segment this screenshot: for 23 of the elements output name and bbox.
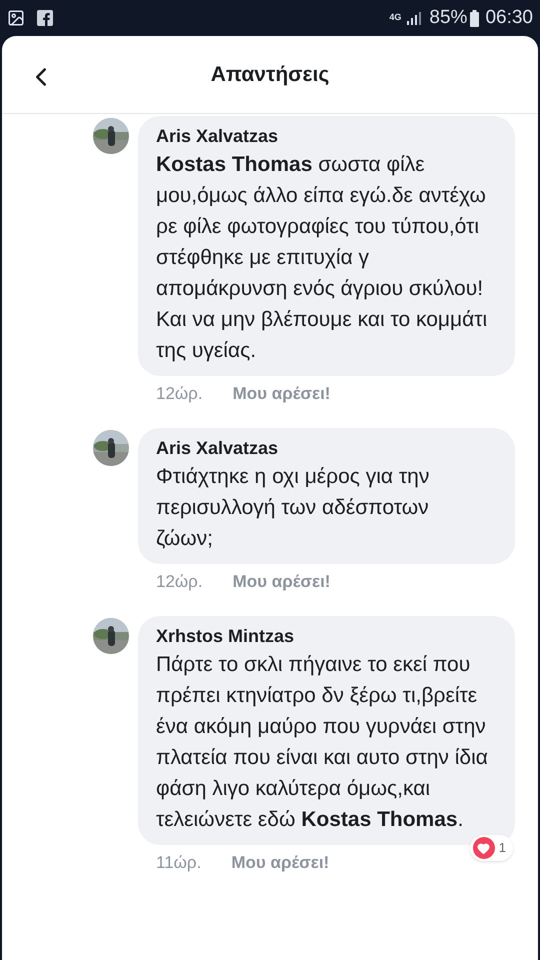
like-button[interactable]: Μου αρέσει! (232, 569, 330, 595)
signal-icon (407, 11, 424, 25)
heart-icon (477, 842, 490, 854)
comment-time: 11ώρ. (156, 852, 202, 874)
comment-text: Φτιάχτηκε η οχι μέρος για την περισυλλογή των αδέσποτων ζώων; (156, 464, 430, 552)
battery-icon (470, 10, 480, 26)
gallery-icon (7, 9, 25, 27)
reaction-count: 1 (498, 839, 507, 858)
comment-author[interactable]: Aris Xalvatzas (156, 124, 497, 149)
like-button[interactable]: Μου αρέσει! (231, 850, 330, 876)
comment-author[interactable]: Xrhstos Mintzas (156, 624, 497, 649)
comment-time: 12ώρ. (156, 383, 203, 406)
battery-label: 85% (429, 6, 468, 30)
network-label: 4G (389, 11, 402, 24)
comment-time: 12ώρ. (156, 571, 203, 594)
comment-text: Kostas Thomas σωστα φίλε μου,όμως άλλο είπα εγώ.δε αντέχω ρε φίλε φωτογραφίες του τύπου,ότι στέφθηκε με επιτυχία γ απομάκρυνση ενός άγριου σκύλου!Και να μην βλέπουμε και το κομμάτι της υγείας. (156, 152, 488, 364)
comment-author[interactable]: Aris Xalvatzas (156, 436, 497, 461)
like-button[interactable]: Μου αρέσει! (232, 381, 330, 407)
reaction-badge[interactable]: 1 (470, 835, 513, 861)
clock: 06:30 (485, 6, 533, 30)
page-title: Απαντήσεις (210, 62, 330, 88)
facebook-icon (37, 10, 53, 26)
comment-text: Πάρτε το σκλι πήγαινε το εκεί που πρέπει κτηνίατρο δν ξέρω τι,βρείτε ένα ακόμη μαύρο που γυρνάει στην πλατεία που είναι και αυτο στην ίδια φάση λιγο καλύτερα όμως,και τελειώνετε εδώ Kostas Thomas. (156, 652, 489, 833)
